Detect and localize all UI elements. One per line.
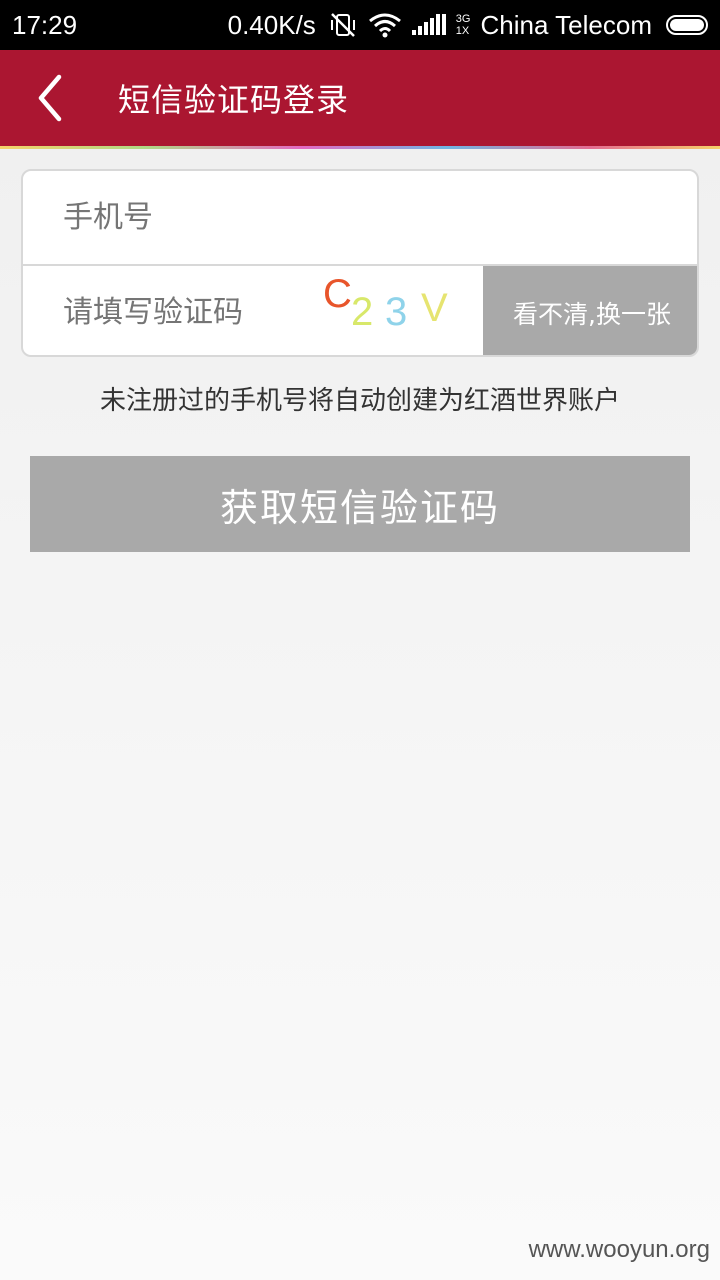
watermark: www.wooyun.org [528,1236,710,1263]
network-type: 3G 1X [456,13,471,37]
status-time: 17:29 [12,10,78,40]
accent-strip [0,146,720,149]
battery-level [670,19,704,31]
captcha-char: 2 [351,290,374,334]
chevron-left-icon [38,74,62,122]
refresh-captcha-button[interactable]: 看不清,换一张 [483,266,697,355]
network-type-bottom: 1X [455,25,470,37]
app-bar: 短信验证码登录 [0,50,720,146]
phone-input[interactable] [63,171,683,264]
status-bar: 17:29 0.40K/s 3G 1X China Telecom [0,0,720,50]
battery-icon [666,15,708,35]
captcha-input[interactable] [63,266,313,355]
network-speed: 0.40K/s [227,9,316,40]
captcha-char: 3 [385,290,408,334]
page-title: 短信验证码登录 [118,81,350,119]
vibrate-off-icon [328,10,358,40]
status-right-group: 0.40K/s 3G 1X China Telecom [228,0,708,50]
captcha-char: C [323,272,352,316]
registration-notice: 未注册过的手机号将自动创建为红酒世界账户 [99,386,620,416]
captcha-image[interactable]: C23V [323,272,453,352]
carrier-name: China Telecom [480,9,652,40]
back-button[interactable] [0,50,100,146]
captcha-char: V [421,286,448,330]
network-type-top: 3G [455,13,471,25]
get-sms-code-button[interactable]: 获取短信验证码 [30,456,690,552]
wifi-icon [368,12,402,38]
captcha-row: C23V 看不清,换一张 [23,264,697,355]
phone-row [23,171,697,264]
login-form-card: C23V 看不清,换一张 [21,169,699,357]
signal-icon [411,13,450,37]
